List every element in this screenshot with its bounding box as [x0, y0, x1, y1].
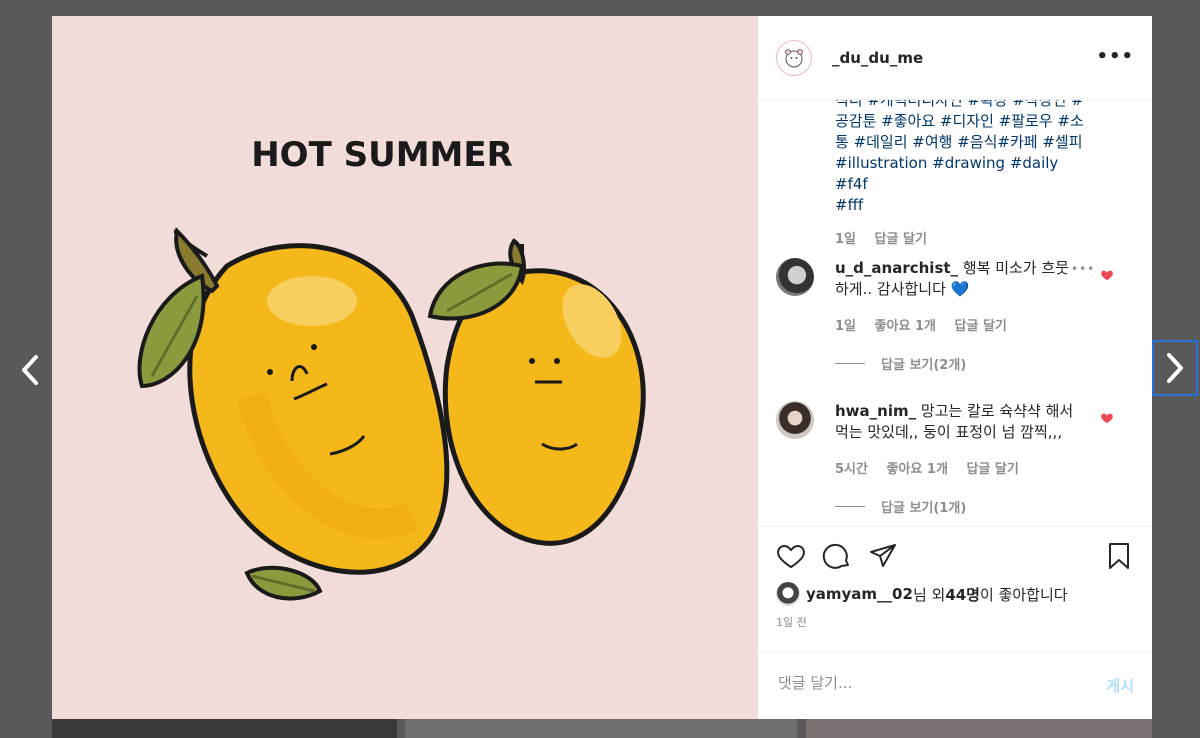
divider-line: [835, 506, 865, 507]
comment-bubble-icon[interactable]: [822, 541, 852, 571]
liker-username[interactable]: yamyam__02: [806, 585, 913, 603]
author-avatar[interactable]: [776, 39, 812, 76]
previous-post-arrow-icon[interactable]: [12, 352, 48, 388]
commenter-username[interactable]: u_d_anarchist_: [835, 259, 958, 277]
comment-body: u_d_anarchist_ 행복 미소가 흐뭇하게.. 감사합니다 💙: [835, 258, 1080, 300]
caption-reply-button[interactable]: 답글 달기: [875, 232, 927, 247]
caption-time: 1일: [835, 232, 857, 247]
background-feed-image: [405, 719, 797, 738]
share-plane-icon[interactable]: [868, 541, 898, 571]
caption-line: 공감툰 #좋아요 #디자인 #팔로우 #소: [835, 112, 1084, 130]
likes-suffix: 님 외: [912, 585, 946, 604]
caption-line: 통 #데일리 #여행 #음식#카페 #셀피: [835, 133, 1083, 151]
likes-suffix2: 이 좋아합니다: [980, 585, 1068, 604]
view-replies-button[interactable]: 답글 보기(2개): [835, 354, 966, 373]
caption-meta: 1일 답글 달기: [835, 228, 941, 247]
comment-likes[interactable]: 좋아요 1개: [875, 319, 936, 334]
comment-composer: 게시: [758, 652, 1152, 719]
comment-reply-button[interactable]: 답글 달기: [966, 462, 1018, 477]
author-username[interactable]: _du_du_me: [832, 49, 923, 67]
next-post-arrow-icon[interactable]: [1152, 340, 1198, 396]
comment-time: 1일: [835, 319, 857, 334]
like-heart-icon[interactable]: [776, 541, 806, 571]
bookmark-icon[interactable]: [1104, 541, 1134, 571]
post-date[interactable]: 1일 전: [776, 614, 807, 630]
comments-list[interactable]: 직디 #개럭터디자인 #확장 #작장인 # 공감툰 #좋아요 #디자인 #팔로우…: [758, 100, 1152, 526]
post-actions: yamyam__02 님 외 44명 이 좋아합니다 1일 전: [758, 526, 1152, 652]
bear-avatar-icon: [785, 48, 803, 67]
heart-filled-icon[interactable]: [1100, 268, 1114, 282]
comment-options-icon[interactable]: •••: [1071, 262, 1095, 276]
caption-line: 직디 #개럭터디자인 #확장 #작장인 #: [835, 100, 1084, 109]
post-caption: 직디 #개럭터디자인 #확장 #작장인 # 공감툰 #좋아요 #디자인 #팔로우…: [835, 100, 1095, 216]
caption-line: #illustration #drawing #daily #f4f: [835, 154, 1059, 193]
comment-input[interactable]: [776, 673, 1080, 693]
post-sidebar: _du_du_me ••• 직디 #개럭터디자인 #확장 #작장인 # 공감툰 …: [758, 16, 1152, 719]
post-header: _du_du_me •••: [758, 16, 1152, 100]
comment-meta: 1일 좋아요 1개 답글 달기: [835, 315, 1095, 334]
view-replies-label: 답글 보기(2개): [881, 358, 967, 373]
post-image[interactable]: HOT SUMMER: [52, 16, 758, 719]
likes-count[interactable]: 44명: [945, 584, 980, 605]
comment-time: 5시간: [835, 462, 868, 477]
heart-filled-icon[interactable]: [1100, 411, 1114, 425]
comment-reply-button[interactable]: 답글 달기: [955, 319, 1007, 334]
likes-summary[interactable]: yamyam__02 님 외 44명 이 좋아합니다: [776, 582, 1068, 606]
mango-illustration: HOT SUMMER: [137, 135, 646, 601]
image-title: HOT SUMMER: [251, 135, 513, 175]
comment-meta: 5시간 좋아요 1개 답글 달기: [835, 458, 1095, 477]
post-modal: HOT SUMMER _du_du_me ••• 직디 #개럭터디자인 #확장 …: [52, 16, 1152, 719]
view-replies-button[interactable]: 답글 보기(1개): [835, 497, 966, 516]
comment-body: hwa_nim_ 망고는 칼로 슉샥샥 해서 먹는 맛있데,, 둥이 표정이 넘…: [835, 401, 1080, 443]
caption-line: #fff: [835, 196, 864, 214]
background-feed-image: [806, 719, 1152, 738]
background-feed-image: [52, 719, 397, 738]
comment-likes[interactable]: 좋아요 1개: [887, 462, 948, 477]
post-comment-button[interactable]: 게시: [1106, 675, 1134, 696]
more-horizontal-icon[interactable]: •••: [1096, 46, 1134, 67]
liker-avatar: [776, 582, 800, 606]
commenter-avatar[interactable]: [776, 401, 814, 439]
view-replies-label: 답글 보기(1개): [881, 501, 967, 516]
divider-line: [835, 363, 865, 364]
commenter-username[interactable]: hwa_nim_: [835, 402, 916, 420]
commenter-avatar[interactable]: [776, 258, 814, 296]
